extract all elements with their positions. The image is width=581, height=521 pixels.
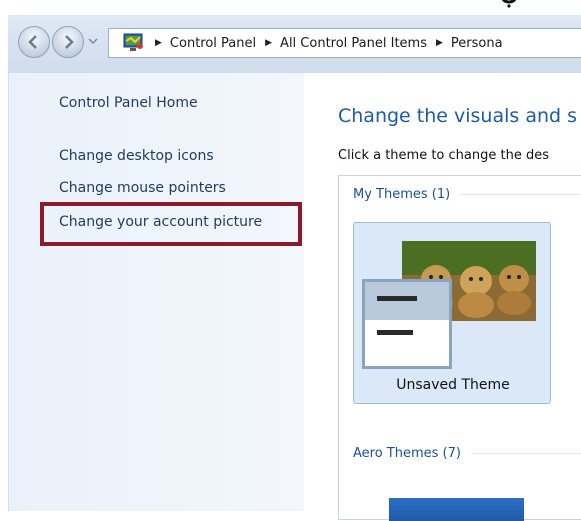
forward-button[interactable] <box>52 26 84 58</box>
breadcrumb: ▶ Control Panel ▶ All Control Panel Item… <box>153 29 510 57</box>
breadcrumb-all-items[interactable]: All Control Panel Items <box>280 36 427 51</box>
group-divider <box>460 194 581 195</box>
forward-arrow-icon <box>65 35 74 49</box>
sidebar: Control Panel Home Change desktop icons … <box>8 73 305 511</box>
control-panel-icon <box>123 33 143 51</box>
group-divider <box>470 453 581 454</box>
breadcrumb-separator-icon: ▶ <box>265 38 273 48</box>
theme-window-color-preview <box>362 279 452 369</box>
breadcrumb-control-panel[interactable]: Control Panel <box>170 36 256 51</box>
back-arrow-icon <box>28 35 37 49</box>
theme-tile-unsaved[interactable]: Unsaved Theme <box>353 222 551 404</box>
aero-themes-label: Aero Themes (7) <box>353 446 461 461</box>
change-desktop-icons-link[interactable]: Change desktop icons <box>59 148 214 164</box>
page-subtitle: Click a theme to change the des <box>338 148 549 163</box>
breadcrumb-separator-icon: ▶ <box>155 38 162 48</box>
back-button[interactable] <box>18 26 50 58</box>
my-themes-label: My Themes (1) <box>353 187 451 202</box>
themes-list[interactable]: My Themes (1) Unsaved Theme Aero Themes … <box>338 175 581 521</box>
address-bar[interactable]: ▶ Control Panel ▶ All Control Panel Item… <box>108 28 581 58</box>
change-mouse-pointers-link[interactable]: Change mouse pointers <box>59 180 226 196</box>
control-panel-home-link[interactable]: Control Panel Home <box>59 95 198 111</box>
page-title: Change the visuals and s <box>338 105 578 127</box>
aero-theme-thumbnail[interactable] <box>389 498 524 521</box>
theme-name: Unsaved Theme <box>396 377 510 393</box>
breadcrumb-personalization[interactable]: Persona <box>451 36 503 51</box>
top-glyph-fragment <box>501 0 517 8</box>
my-themes-group-header: My Themes (1) <box>353 187 581 202</box>
main-content: Change the visuals and s Click a theme t… <box>304 73 581 521</box>
recent-pages-dropdown-icon[interactable] <box>88 36 98 46</box>
aero-themes-group-header: Aero Themes (7) <box>353 446 581 461</box>
highlight-annotation-box <box>40 202 302 246</box>
breadcrumb-separator-icon: ▶ <box>436 38 443 48</box>
